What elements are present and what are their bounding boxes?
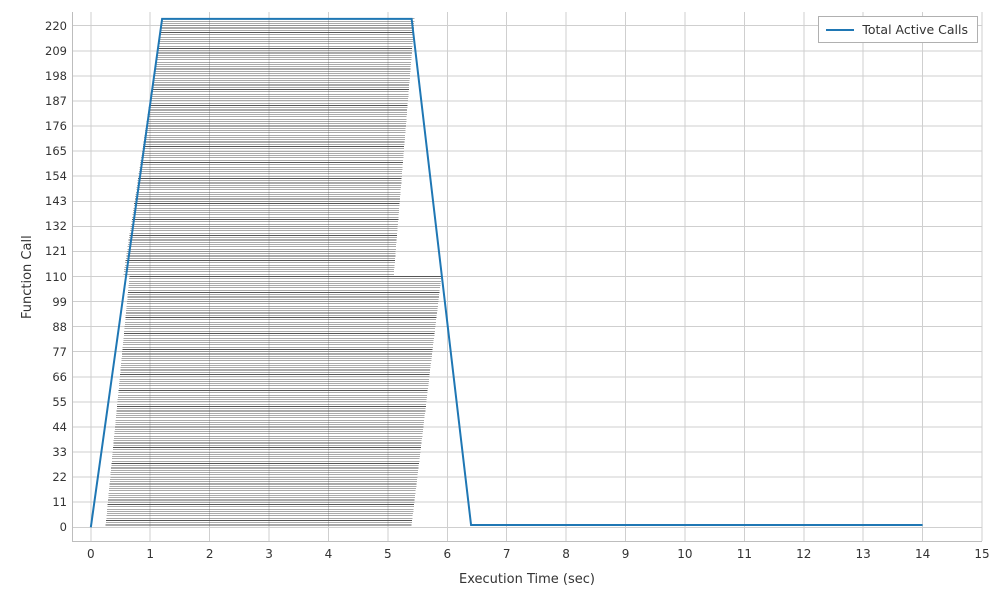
x-tick-label: 9 [622,547,630,561]
y-tick-label: 0 [60,520,67,534]
y-tick-label: 176 [45,119,67,133]
x-tick-label: 15 [974,547,989,561]
plot-axes: Total Active Calls 011223344556677889911… [72,12,982,542]
x-tick-label: 12 [796,547,811,561]
y-tick-label: 110 [45,270,67,284]
y-tick-label: 77 [52,345,67,359]
y-tick-label: 22 [52,470,67,484]
y-tick-label: 154 [45,169,67,183]
x-tick-label: 4 [325,547,333,561]
y-tick-label: 143 [45,194,67,208]
y-tick-label: 55 [52,395,67,409]
legend: Total Active Calls [818,16,978,43]
y-tick-label: 121 [45,244,67,258]
x-tick-label: 14 [915,547,930,561]
plot-canvas [73,12,982,541]
y-tick-label: 209 [45,44,67,58]
y-tick-label: 33 [52,445,67,459]
y-tick-label: 44 [52,420,67,434]
x-tick-label: 6 [443,547,451,561]
legend-label: Total Active Calls [862,22,968,37]
y-axis-label: Function Call [20,235,35,319]
x-tick-label: 1 [146,547,154,561]
x-tick-label: 3 [265,547,273,561]
x-tick-label: 7 [503,547,511,561]
y-tick-label: 88 [52,320,67,334]
x-tick-label: 10 [677,547,692,561]
y-tick-label: 66 [52,370,67,384]
y-tick-label: 220 [45,19,67,33]
x-tick-label: 2 [206,547,214,561]
y-tick-label: 187 [45,94,67,108]
x-tick-label: 11 [737,547,752,561]
y-tick-label: 132 [45,219,67,233]
y-tick-label: 198 [45,69,67,83]
y-tick-label: 165 [45,144,67,158]
x-tick-label: 13 [856,547,871,561]
x-tick-label: 0 [87,547,95,561]
x-tick-label: 5 [384,547,392,561]
x-tick-label: 8 [562,547,570,561]
x-axis-label: Execution Time (sec) [459,572,595,587]
legend-swatch [826,29,854,31]
y-tick-label: 99 [52,295,67,309]
y-tick-label: 11 [52,495,67,509]
figure: Total Active Calls 011223344556677889911… [0,0,1000,600]
